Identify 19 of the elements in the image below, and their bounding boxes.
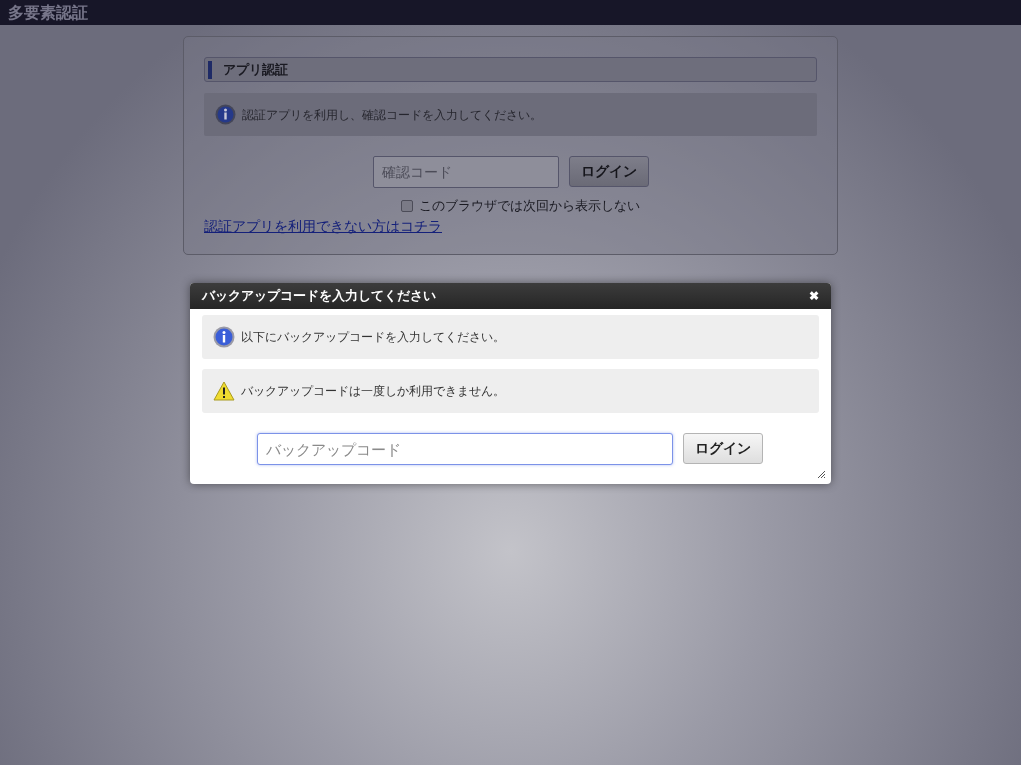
dialog-title: バックアップコードを入力してください <box>202 287 436 305</box>
verification-code-field[interactable]: 確認コード <box>372 156 559 188</box>
page-title: 多要素認証 <box>8 2 88 23</box>
login-button[interactable]: ログイン <box>568 156 649 187</box>
section-heading: アプリ認証 <box>223 60 288 79</box>
resize-grip-icon[interactable] <box>818 471 825 478</box>
info-icon <box>213 326 235 348</box>
remember-checkbox-label[interactable]: このブラウザでは次回から表示しない <box>419 197 640 216</box>
warning-message: バックアップコードは一度しか利用できません。 <box>241 383 505 400</box>
info-message: 認証アプリを利用し、確認コードを入力してください。 <box>242 106 542 124</box>
info-message: 以下にバックアップコードを入力してください。 <box>241 329 505 346</box>
close-button[interactable]: ✖ <box>809 290 819 302</box>
fallback-link[interactable]: 認証アプリを利用できない方はコチラ <box>204 216 442 237</box>
remember-checkbox[interactable] <box>401 200 413 213</box>
warning-icon <box>213 381 235 401</box>
info-icon <box>215 104 236 125</box>
backup-code-field[interactable]: バックアップコード <box>256 433 673 465</box>
login-button[interactable]: ログイン <box>682 433 763 464</box>
accent-bar <box>208 60 212 79</box>
